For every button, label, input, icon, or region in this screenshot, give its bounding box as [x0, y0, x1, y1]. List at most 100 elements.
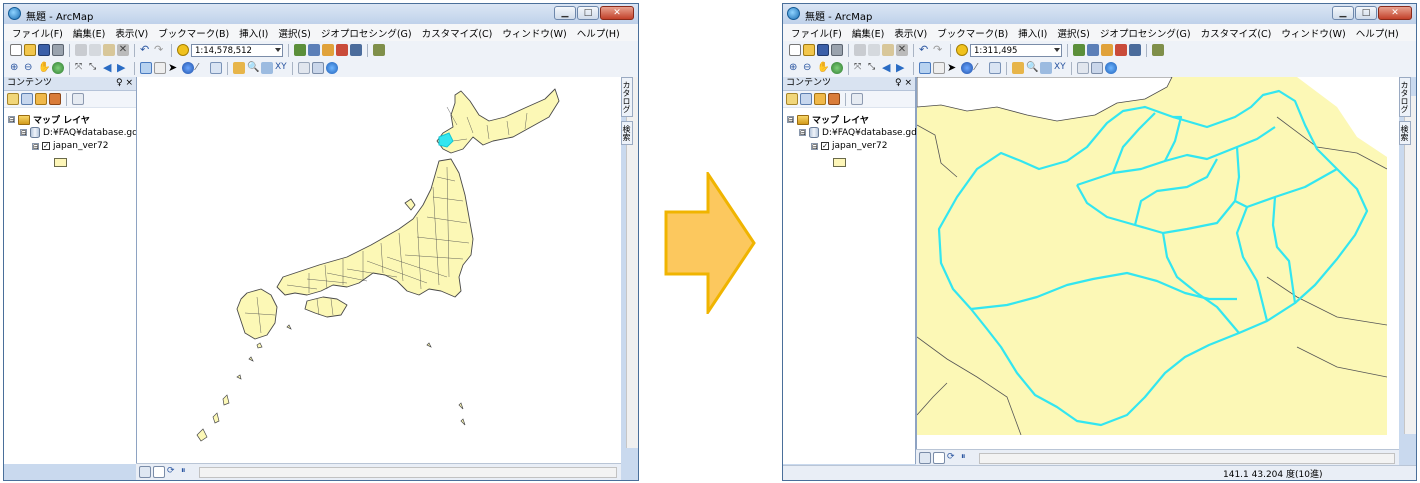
menu-window[interactable]: ウィンドウ(W): [1281, 26, 1345, 40]
save-icon[interactable]: [38, 44, 50, 56]
menu-select[interactable]: 選択(S): [1057, 26, 1089, 40]
vertical-scrollbar[interactable]: [1404, 96, 1416, 434]
identify-icon[interactable]: [182, 62, 194, 74]
find-route-icon[interactable]: [261, 62, 273, 74]
collapse-icon[interactable]: ⊟: [787, 116, 794, 124]
fixed-zoom-in-icon[interactable]: ⤧: [75, 62, 87, 74]
editor-toolbar-icon[interactable]: [294, 44, 306, 56]
pause-drawing-icon[interactable]: ⏸: [961, 452, 973, 464]
undo-icon[interactable]: ↶: [919, 44, 931, 56]
identify-icon[interactable]: [961, 62, 973, 74]
options-icon[interactable]: [72, 93, 84, 105]
paste-icon[interactable]: [103, 44, 115, 56]
cut-icon[interactable]: [854, 44, 866, 56]
find-icon[interactable]: 🔍: [1026, 62, 1038, 74]
hyperlink-icon[interactable]: ⁄: [975, 62, 987, 74]
collapse-icon[interactable]: ⊟: [32, 142, 39, 150]
layer-node[interactable]: ⊟ ✓ japan_ver72: [32, 141, 108, 151]
back-icon[interactable]: ◀: [103, 62, 115, 74]
options-icon[interactable]: [851, 93, 863, 105]
zoom-out-icon[interactable]: ⊖: [803, 62, 815, 74]
menu-window[interactable]: ウィンドウ(W): [502, 26, 566, 40]
arcgis-online-icon[interactable]: [1105, 62, 1117, 74]
list-by-visibility-icon[interactable]: [35, 93, 47, 105]
maximize-button[interactable]: □: [577, 6, 599, 20]
python-window-icon[interactable]: [350, 44, 362, 56]
map-layers-node[interactable]: ⊟ マップ レイヤ: [787, 113, 869, 126]
measure-icon[interactable]: [1012, 62, 1024, 74]
redo-icon[interactable]: ↷: [933, 44, 945, 56]
go-to-xy-icon[interactable]: XY: [275, 62, 287, 74]
list-by-drawing-order-icon[interactable]: [7, 93, 19, 105]
measure-icon[interactable]: [233, 62, 245, 74]
save-icon[interactable]: [817, 44, 829, 56]
list-by-visibility-icon[interactable]: [814, 93, 826, 105]
back-icon[interactable]: ◀: [882, 62, 894, 74]
map-display[interactable]: [916, 77, 1399, 450]
select-features-icon[interactable]: [140, 62, 152, 74]
model-builder-icon[interactable]: [373, 44, 385, 56]
map-display[interactable]: [136, 77, 621, 464]
delete-icon[interactable]: ✕: [896, 44, 908, 56]
time-slider-icon[interactable]: [1077, 62, 1089, 74]
menu-file[interactable]: ファイル(F): [12, 26, 63, 40]
forward-icon[interactable]: ▶: [117, 62, 129, 74]
editor-toolbar-icon[interactable]: [1073, 44, 1085, 56]
open-icon[interactable]: [24, 44, 36, 56]
python-window-icon[interactable]: [1129, 44, 1141, 56]
collapse-icon[interactable]: ⊟: [8, 116, 15, 124]
catalog-icon[interactable]: [322, 44, 334, 56]
full-extent-icon[interactable]: [52, 62, 64, 74]
hyperlink-icon[interactable]: ⁄: [196, 62, 208, 74]
menu-file[interactable]: ファイル(F): [791, 26, 842, 40]
search-tab[interactable]: 検索: [621, 121, 633, 145]
undo-icon[interactable]: ↶: [140, 44, 152, 56]
collapse-icon[interactable]: ⊟: [811, 142, 818, 150]
collapse-icon[interactable]: ⊟: [20, 129, 27, 137]
minimize-button[interactable]: ▁: [554, 6, 576, 20]
add-data-icon[interactable]: [956, 44, 968, 56]
table-of-contents-icon[interactable]: [1087, 44, 1099, 56]
paste-icon[interactable]: [882, 44, 894, 56]
menu-edit[interactable]: 編集(E): [73, 26, 105, 40]
refresh-icon[interactable]: ⟳: [947, 452, 959, 464]
close-button[interactable]: ✕: [600, 6, 634, 20]
map-layers-node[interactable]: ⊟ マップ レイヤ: [8, 113, 90, 126]
html-popup-icon[interactable]: [210, 62, 222, 74]
pan-icon[interactable]: ✋: [38, 62, 50, 74]
layout-view-icon[interactable]: [153, 466, 165, 478]
menu-view[interactable]: 表示(V): [115, 26, 148, 40]
arctoolbox-icon[interactable]: [1115, 44, 1127, 56]
data-view-icon[interactable]: [919, 452, 931, 464]
layer-symbol[interactable]: [54, 158, 67, 167]
arcgis-online-icon[interactable]: [326, 62, 338, 74]
select-icon[interactable]: ➤: [947, 62, 959, 74]
pause-drawing-icon[interactable]: ⏸: [181, 466, 193, 478]
geodatabase-node[interactable]: ⊟ D:¥FAQ¥database.gdb: [799, 127, 923, 138]
menu-geoprocessing[interactable]: ジオプロセシング(G): [1100, 26, 1191, 40]
menu-customize[interactable]: カスタマイズ(C): [422, 26, 493, 40]
maximize-button[interactable]: □: [1355, 6, 1377, 20]
menu-bookmark[interactable]: ブックマーク(B): [937, 26, 1008, 40]
clear-selection-icon[interactable]: [933, 62, 945, 74]
html-popup-icon[interactable]: [989, 62, 1001, 74]
model-builder-icon[interactable]: [1152, 44, 1164, 56]
select-icon[interactable]: ➤: [168, 62, 180, 74]
arctoolbox-icon[interactable]: [336, 44, 348, 56]
title-bar[interactable]: 無題 - ArcMap ▁ □ ✕: [783, 4, 1416, 24]
title-bar[interactable]: 無題 - ArcMap ▁ □ ✕: [4, 4, 638, 24]
open-icon[interactable]: [803, 44, 815, 56]
menu-insert[interactable]: 挿入(I): [1018, 26, 1047, 40]
toc-pin-close[interactable]: ♀ ×: [116, 77, 133, 90]
refresh-icon[interactable]: ⟳: [167, 466, 179, 478]
new-document-icon[interactable]: [789, 44, 801, 56]
list-by-selection-icon[interactable]: [828, 93, 840, 105]
fixed-zoom-out-icon[interactable]: ⤡: [89, 62, 101, 74]
menu-geoprocessing[interactable]: ジオプロセシング(G): [321, 26, 412, 40]
list-by-source-icon[interactable]: [21, 93, 33, 105]
data-view-icon[interactable]: [139, 466, 151, 478]
layout-view-icon[interactable]: [933, 452, 945, 464]
fixed-zoom-out-icon[interactable]: ⤡: [868, 62, 880, 74]
time-slider-icon[interactable]: [298, 62, 310, 74]
layer-symbol[interactable]: [833, 158, 846, 167]
